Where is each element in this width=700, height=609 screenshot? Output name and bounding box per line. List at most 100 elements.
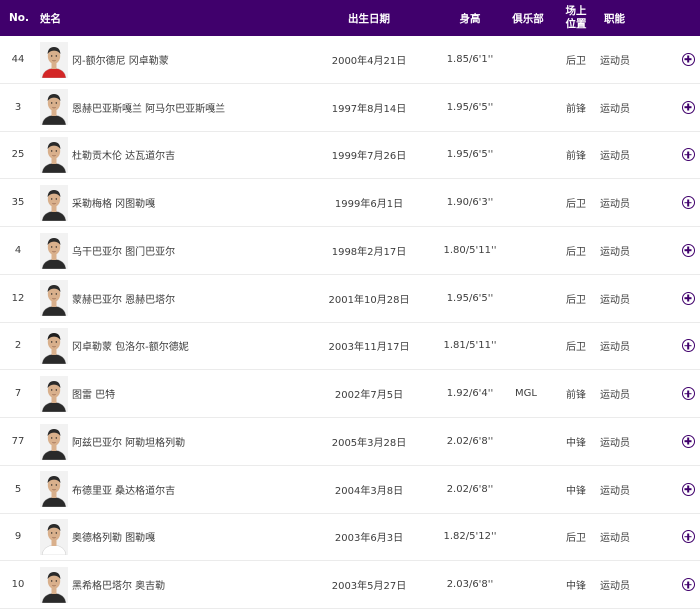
player-name[interactable]: 杜勒贡木伦 达瓦道尔吉 (72, 132, 322, 179)
player-number: 25 (11, 149, 25, 161)
player-role: 运动员 (600, 485, 630, 497)
plus-circle-icon[interactable] (681, 530, 695, 544)
plus-circle-icon[interactable] (681, 482, 695, 496)
player-name[interactable]: 乌干巴亚尔 图门巴亚尔 (72, 227, 322, 274)
player-role: 运动员 (600, 246, 630, 258)
header-height[interactable]: 身高 (428, 0, 512, 36)
player-photo[interactable] (40, 519, 68, 555)
expand-cell (678, 227, 698, 274)
table-row[interactable]: 3 恩赫巴亚斯嘎兰 阿马尔巴亚斯嘎兰 1997年8月14日 1.95/6'5'' 前锋 运… (0, 84, 700, 132)
plus-circle-icon[interactable] (681, 148, 695, 162)
header-no[interactable]: No. (9, 0, 29, 36)
player-photo[interactable] (40, 471, 68, 508)
table-row[interactable]: 77 阿兹巴亚尔 阿勒坦格列勒 2005年3月28日 2.02/6'8'' 中锋 运动员 (0, 418, 700, 466)
player-number: 3 (14, 101, 22, 113)
player-photo-image (40, 328, 68, 364)
birth-date: 2003年11月17日 (328, 342, 410, 354)
player-photo[interactable] (40, 375, 68, 412)
player-number: 77 (11, 435, 25, 447)
header-role[interactable]: 职能 (604, 0, 625, 36)
plus-circle-icon[interactable] (681, 291, 695, 305)
plus-circle-icon[interactable] (681, 387, 695, 401)
plus-circle-icon[interactable] (681, 100, 695, 114)
player-role: 运动员 (600, 103, 630, 115)
player-name[interactable]: 布德里亚 桑达格道尔吉 (72, 466, 322, 513)
player-photo[interactable] (40, 184, 68, 221)
player-position: 后卫 (566, 533, 586, 545)
player-position: 后卫 (566, 246, 586, 258)
plus-circle-icon[interactable] (681, 52, 695, 66)
expand-cell (678, 514, 698, 561)
table-row[interactable]: 4 乌干巴亚尔 图门巴亚尔 1998年2月17日 1.80/5'11'' 后卫 运动员 (0, 227, 700, 275)
plus-circle-icon[interactable] (681, 434, 695, 448)
player-photo-image (40, 423, 68, 460)
header-name[interactable]: 姓名 (40, 0, 61, 36)
birth-date: 1999年6月1日 (334, 199, 404, 211)
player-name[interactable]: 冈-额尔德尼 冈卓勒蒙 (72, 36, 322, 83)
player-name[interactable]: 图雷 巴特 (72, 370, 322, 417)
player-height: 2.02/6'8'' (446, 483, 494, 495)
header-position-line2: 位置 (565, 18, 587, 30)
player-name[interactable]: 黑希格巴塔尔 奥吉勒 (72, 561, 322, 608)
player-position: 后卫 (566, 294, 586, 306)
header-position-line1: 场上 (565, 5, 587, 17)
player-photo[interactable] (40, 328, 68, 364)
player-height: 1.81/5'11'' (443, 340, 497, 352)
player-number: 35 (11, 197, 25, 209)
birth-date: 2003年5月27日 (331, 581, 407, 593)
player-role: 运动员 (600, 151, 630, 163)
expand-cell (678, 370, 698, 417)
player-photo[interactable] (40, 232, 68, 269)
table-row[interactable]: 10 黑希格巴塔尔 奥吉勒 2003年5月27日 2.03/6'8'' 中锋 运动员 (0, 561, 700, 609)
table-row[interactable]: 25 杜勒贡木伦 达瓦道尔吉 1999年7月26日 1.95/6'5'' 前锋 运动员 (0, 131, 700, 180)
player-role: 运动员 (600, 342, 630, 354)
table-row[interactable]: 44 冈-额尔德尼 冈卓勒蒙 2000年4月21日 1.85/6'1'' 后卫 运动员 (0, 36, 700, 84)
player-name[interactable]: 采勒梅格 冈图勒嘎 (72, 179, 322, 226)
player-name[interactable]: 阿兹巴亚尔 阿勒坦格列勒 (72, 418, 322, 465)
player-role: 运动员 (600, 390, 630, 402)
player-height: 1.92/6'4'' (446, 388, 494, 400)
player-height: 1.80/5'11'' (443, 244, 497, 256)
player-club (508, 418, 544, 465)
player-club (508, 275, 544, 322)
player-club (508, 179, 544, 226)
player-photo-image (40, 519, 68, 555)
birth-date: 2004年3月8日 (334, 485, 404, 497)
expand-cell (678, 466, 698, 513)
plus-circle-icon[interactable] (681, 578, 695, 592)
player-name[interactable]: 奥德格列勒 图勒嘎 (72, 514, 322, 561)
table-row[interactable]: 7 图雷 巴特 2002年7月5日 1.92/6'4'' MGL 前锋 运动员 (0, 370, 700, 418)
player-name[interactable]: 恩赫巴亚斯嘎兰 阿马尔巴亚斯嘎兰 (72, 84, 322, 131)
player-height: 2.02/6'8'' (446, 435, 494, 447)
player-photo-image (40, 137, 68, 173)
player-photo[interactable] (40, 137, 68, 173)
player-number: 5 (14, 483, 22, 495)
player-photo-image (40, 41, 68, 78)
header-club[interactable]: 俱乐部 (508, 0, 548, 36)
player-photo[interactable] (40, 566, 68, 603)
table-row[interactable]: 35 采勒梅格 冈图勒嘎 1999年6月1日 1.90/6'3'' 后卫 运动员 (0, 179, 700, 227)
player-photo-image (40, 566, 68, 603)
player-photo[interactable] (40, 280, 68, 317)
plus-circle-icon[interactable] (681, 196, 695, 210)
player-photo[interactable] (40, 89, 68, 126)
player-photo-image (40, 184, 68, 221)
plus-circle-icon[interactable] (681, 339, 695, 353)
player-name[interactable]: 蒙赫巴亚尔 恩赫巴塔尔 (72, 275, 322, 322)
player-name[interactable]: 冈卓勒蒙 包洛尔-额尔德妮 (72, 323, 322, 370)
header-position[interactable]: 场上 位置 (558, 0, 594, 36)
birth-date: 2005年3月28日 (331, 437, 407, 449)
player-club (508, 561, 544, 608)
expand-cell (678, 323, 698, 370)
table-row[interactable]: 9 奥德格列勒 图勒嘎 2003年6月3日 1.82/5'12'' 后卫 运动员 (0, 513, 700, 562)
table-row[interactable]: 12 蒙赫巴亚尔 恩赫巴塔尔 2001年10月28日 1.95/6'5'' 后卫 运动员 (0, 275, 700, 323)
birth-date: 2001年10月28日 (328, 294, 410, 306)
birth-date: 2003年6月3日 (334, 533, 404, 545)
table-row[interactable]: 5 布德里亚 桑达格道尔吉 2004年3月8日 2.02/6'8'' 中锋 运动员 (0, 466, 700, 514)
header-dob[interactable]: 出生日期 (312, 0, 426, 36)
player-photo[interactable] (40, 423, 68, 460)
table-row[interactable]: 2 冈卓勒蒙 包洛尔-额尔德妮 2003年11月17日 1.81/5'11'' 后卫 运动… (0, 322, 700, 371)
player-photo[interactable] (40, 41, 68, 78)
player-height: 1.95/6'5'' (446, 149, 494, 161)
plus-circle-icon[interactable] (681, 243, 695, 257)
